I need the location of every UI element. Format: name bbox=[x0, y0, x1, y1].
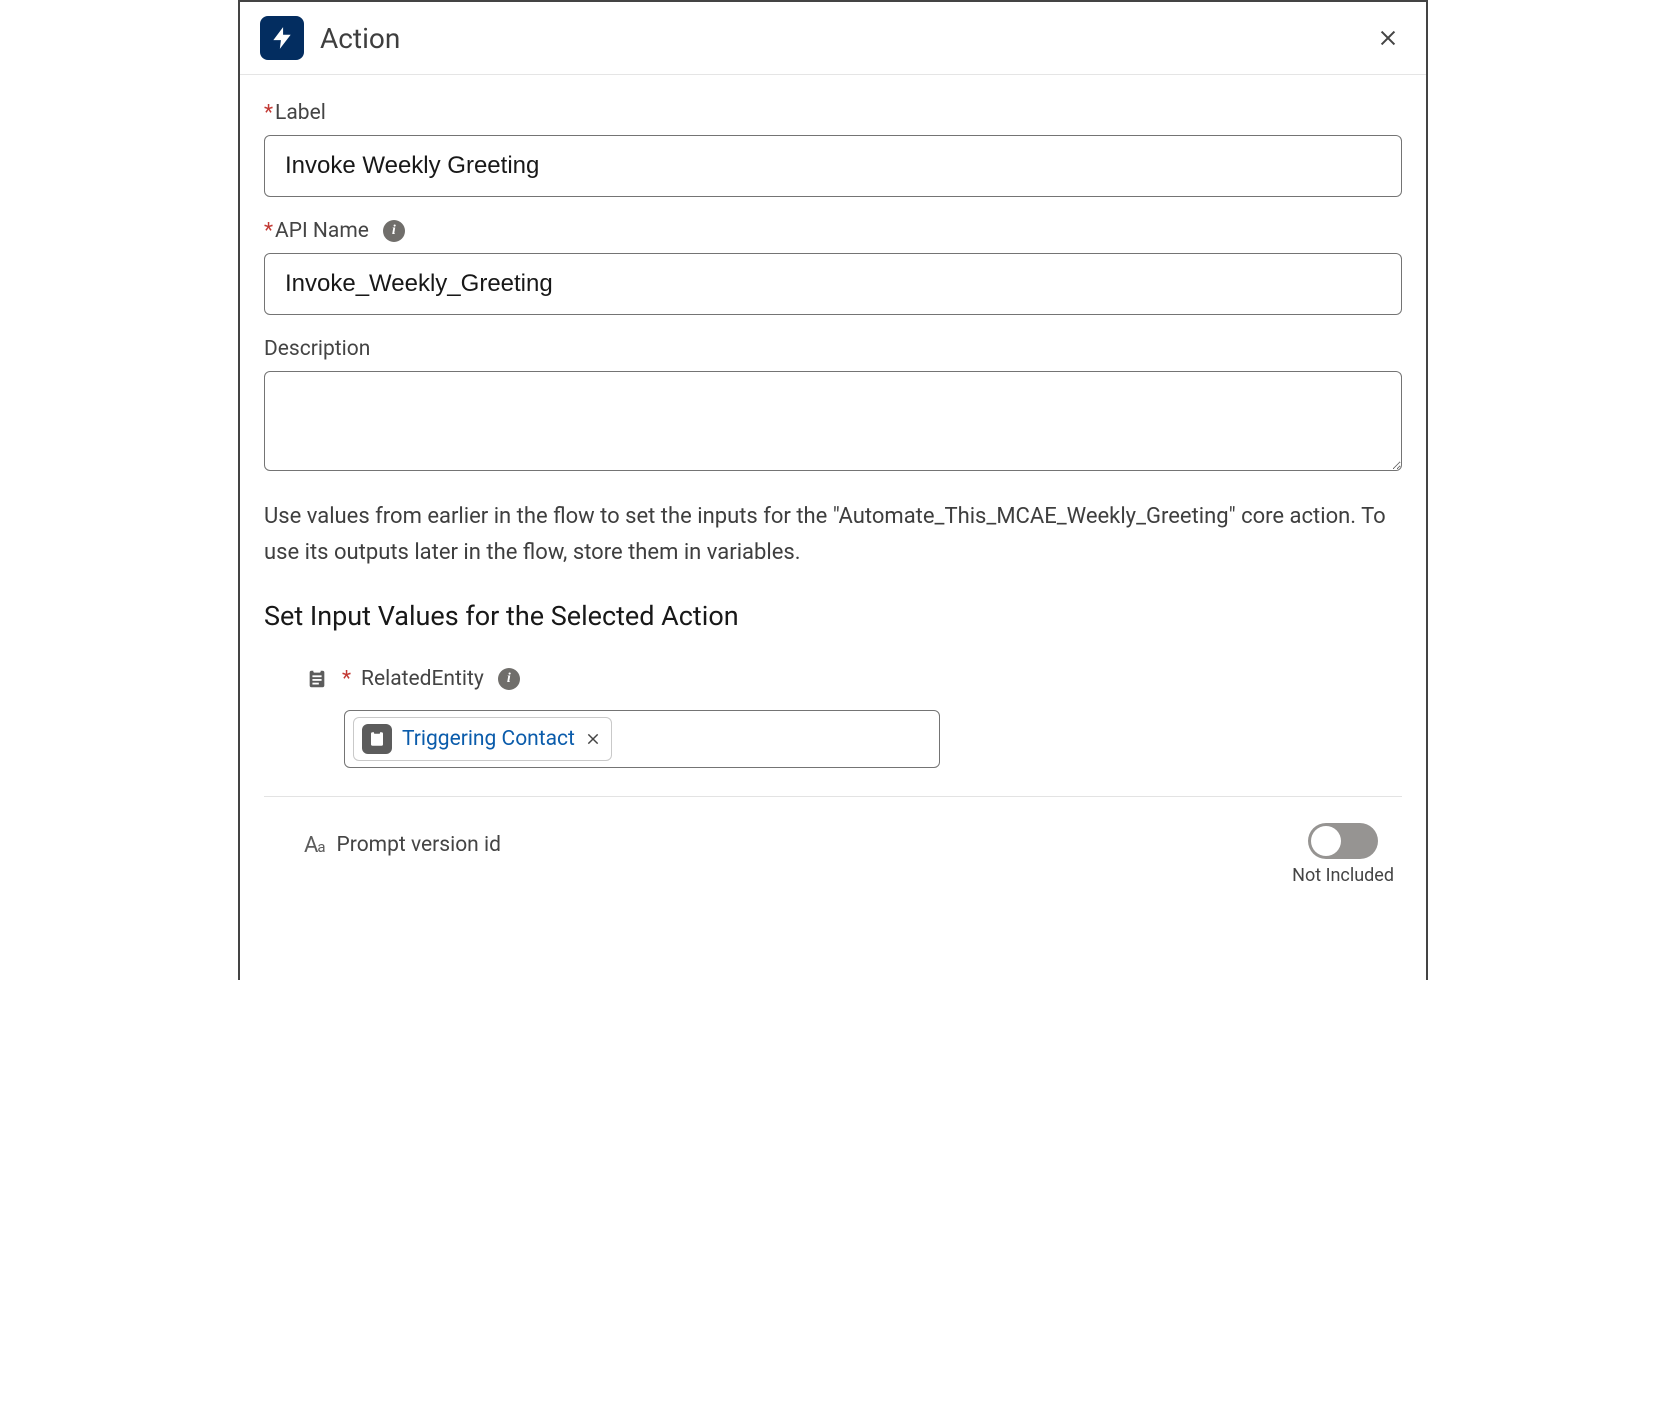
help-text: Use values from earlier in the flow to s… bbox=[264, 499, 1402, 572]
field-description: Description bbox=[264, 337, 1402, 475]
label-input[interactable] bbox=[264, 135, 1402, 197]
api-name-label-text: API Name bbox=[275, 219, 369, 243]
close-button[interactable] bbox=[1368, 18, 1408, 58]
label-for-api-name: *API Name i bbox=[264, 219, 1402, 243]
record-icon bbox=[362, 724, 392, 754]
selected-pill: Triggering Contact bbox=[353, 717, 612, 761]
field-label: *Label bbox=[264, 101, 1402, 197]
toggle-caption: Not Included bbox=[1292, 865, 1394, 886]
required-asterisk: * bbox=[264, 101, 273, 125]
description-label-text: Description bbox=[264, 337, 370, 361]
section-title: Set Input Values for the Selected Action bbox=[264, 600, 1402, 632]
record-icon bbox=[304, 666, 330, 692]
field-api-name: *API Name i bbox=[264, 219, 1402, 315]
pill-text: Triggering Contact bbox=[402, 727, 575, 751]
info-icon[interactable]: i bbox=[498, 668, 520, 690]
label-for-description: Description bbox=[264, 337, 1402, 361]
required-asterisk: * bbox=[264, 219, 273, 243]
related-entity-label: * RelatedEntity i bbox=[342, 667, 520, 691]
include-toggle[interactable] bbox=[1308, 823, 1378, 859]
input-row-prompt-version: Aa Prompt version id Not Included bbox=[264, 823, 1402, 886]
input-row-related-entity: * RelatedEntity i Triggering Contact bbox=[264, 666, 1402, 797]
lightning-icon bbox=[260, 16, 304, 60]
info-icon[interactable]: i bbox=[383, 220, 405, 242]
required-asterisk: * bbox=[342, 667, 351, 691]
pill-remove-button[interactable] bbox=[585, 731, 601, 747]
description-input[interactable] bbox=[264, 371, 1402, 471]
panel-body: *Label *API Name i Description Use value… bbox=[240, 75, 1426, 896]
panel-title: Action bbox=[320, 22, 1368, 55]
related-entity-picker[interactable]: Triggering Contact bbox=[344, 710, 940, 768]
api-name-input[interactable] bbox=[264, 253, 1402, 315]
text-type-icon: Aa bbox=[304, 833, 325, 858]
toggle-knob bbox=[1311, 826, 1341, 856]
panel-header: Action bbox=[240, 2, 1426, 75]
label-text: Label bbox=[275, 101, 326, 125]
action-panel: Action *Label *API Name i Description Us… bbox=[238, 0, 1428, 980]
prompt-version-label: Prompt version id bbox=[337, 833, 501, 857]
label-for-label: *Label bbox=[264, 101, 1402, 125]
related-entity-label-text: RelatedEntity bbox=[361, 667, 484, 691]
